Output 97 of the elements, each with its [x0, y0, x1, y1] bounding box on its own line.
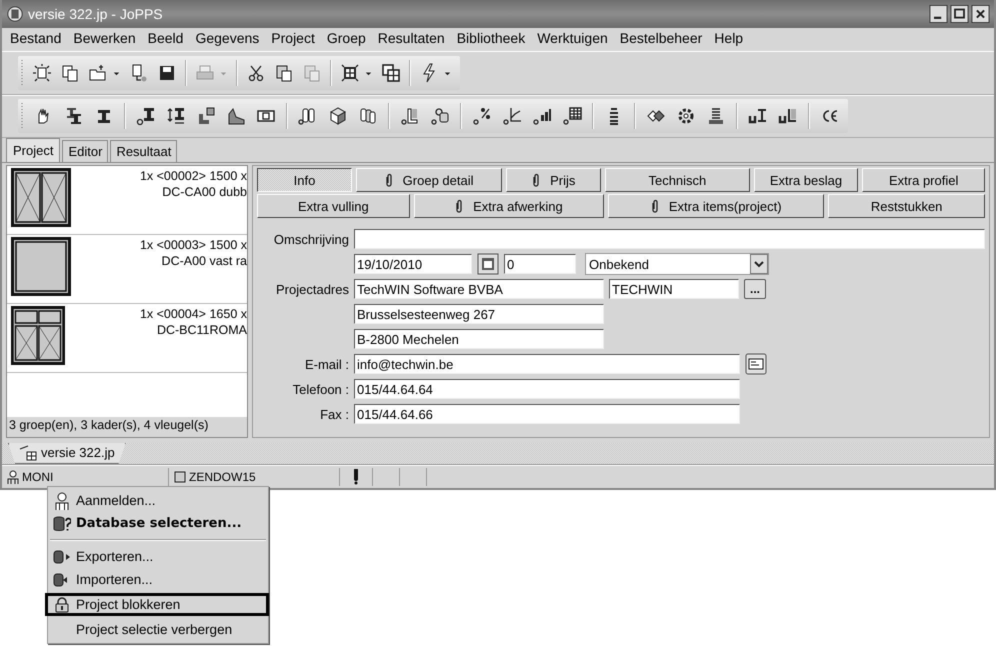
- status-dropdown[interactable]: Onbekend: [585, 253, 769, 276]
- new-document-icon[interactable]: [32, 63, 52, 84]
- corner-icon[interactable]: [400, 106, 420, 126]
- warning-icon: [353, 469, 359, 486]
- tab-button[interactable]: Technisch: [605, 168, 750, 192]
- line-chart-icon[interactable]: [502, 106, 522, 126]
- menu-item[interactable]: Bibliotheek: [450, 30, 532, 46]
- tab[interactable]: Resultaat: [110, 140, 178, 162]
- window-title: versie 322.jp - JoPPS: [28, 6, 164, 22]
- list-item[interactable]: 1x <00003> 1500 x DC-A00 vast ra: [7, 235, 247, 304]
- profile-arrow-icon[interactable]: [166, 106, 186, 126]
- item-text: 1x <00003> 1500 x: [138, 237, 247, 254]
- email-field[interactable]: info@techwin.be: [354, 354, 740, 374]
- corner-icon[interactable]: [196, 106, 216, 126]
- field-label: Projectadres: [276, 282, 349, 297]
- slope-icon[interactable]: [226, 106, 246, 126]
- field-label: Fax :: [320, 406, 349, 422]
- item-text: 1x <00004> 1650 x: [138, 306, 247, 322]
- tab-button[interactable]: Info: [257, 168, 352, 192]
- menu-item[interactable]: Groep: [320, 30, 372, 46]
- field-label: Omschrijving: [274, 232, 349, 247]
- menu-item[interactable]: Help: [708, 30, 750, 46]
- tab[interactable]: Editor: [62, 140, 108, 162]
- user-icon: [6, 470, 20, 484]
- browse-button[interactable]: ...: [744, 279, 766, 300]
- window-frame-drawing: [11, 168, 71, 228]
- windows-icon[interactable]: [381, 63, 401, 84]
- list-item[interactable]: 1x <00004> 1650 x DC-BC11ROMA: [7, 304, 247, 374]
- scissors-icon[interactable]: [246, 63, 266, 84]
- item-text: DC-CA00 dubb: [161, 184, 247, 200]
- project-icon: [19, 444, 39, 461]
- copy-icon[interactable]: [60, 63, 80, 84]
- menu-item[interactable]: Aanmelden...: [48, 489, 268, 512]
- database-export-icon: [53, 550, 71, 564]
- menu-item[interactable]: Importeren...: [48, 568, 268, 591]
- window-frame-drawing: [11, 237, 71, 298]
- profile-icon[interactable]: [136, 106, 156, 126]
- menu-item[interactable]: Project blokkeren: [45, 593, 269, 616]
- menu-item[interactable]: Database selecteren...: [48, 512, 268, 535]
- tab-button[interactable]: Groep detail: [356, 168, 502, 192]
- cube-icon[interactable]: [328, 106, 348, 126]
- menu-item[interactable]: Werktuigen: [531, 30, 614, 46]
- roller-icon[interactable]: [358, 106, 378, 126]
- paste-icon[interactable]: [274, 63, 294, 84]
- tab-button[interactable]: Extra profiel: [862, 168, 985, 192]
- shapes-icon[interactable]: [430, 106, 450, 126]
- tab-button[interactable]: Extra items(project): [608, 194, 824, 218]
- minimize-button[interactable]: [929, 4, 948, 23]
- spring-icon[interactable]: [706, 106, 726, 126]
- list-item[interactable]: 1x <00002> 1500 x DC-CA00 dubb: [7, 166, 247, 236]
- item-text: DC-A00 vast ra: [160, 253, 247, 270]
- maximize-button[interactable]: [950, 4, 969, 23]
- tab-button[interactable]: Prijs: [506, 168, 602, 192]
- bar-chart-icon[interactable]: [532, 106, 552, 126]
- field-label: E-mail :: [304, 356, 349, 372]
- table-icon[interactable]: [562, 106, 582, 126]
- menu-item[interactable]: Beeld: [142, 30, 190, 46]
- field-label: Telefoon :: [292, 382, 349, 397]
- user-icon: [54, 492, 70, 510]
- item-text: 1x <00002> 1500 x: [138, 168, 247, 184]
- date-field[interactable]: 19/10/2010: [354, 254, 472, 274]
- name-field[interactable]: TECHWIN: [609, 279, 739, 300]
- status-text: MONI: [22, 470, 54, 484]
- menu-item[interactable]: Resultaten: [372, 30, 451, 46]
- menu-item[interactable]: Project: [265, 30, 321, 46]
- menu-item[interactable]: Project selectie verbergen: [48, 618, 268, 641]
- menu-item[interactable]: Bestand: [4, 30, 68, 46]
- gear-icon[interactable]: [676, 106, 696, 126]
- phone-field[interactable]: 015/44.64.64: [354, 379, 740, 400]
- tab-button[interactable]: Extra beslag: [754, 168, 858, 192]
- app-icon: [6, 4, 24, 23]
- close-button[interactable]: [971, 4, 990, 23]
- fax-field[interactable]: 015/44.64.66: [354, 404, 740, 424]
- tab-button[interactable]: Extra afwerking: [414, 194, 604, 218]
- status-text: 3 groep(en), 3 kader(s), 4 vleugel(s): [7, 416, 247, 437]
- menu-item[interactable]: Exporteren...: [48, 545, 268, 568]
- address-field[interactable]: Brusselsesteenweg 267: [354, 304, 604, 324]
- tab-button[interactable]: Extra vulling: [257, 194, 410, 218]
- status-text: ZENDOW15: [189, 470, 256, 484]
- percent-icon[interactable]: [472, 106, 492, 126]
- mail-button[interactable]: [745, 353, 767, 376]
- document-tab[interactable]: versie 322.jp: [8, 442, 126, 464]
- menu-item[interactable]: Bestelbeheer: [614, 30, 708, 46]
- item-text: DC-BC11ROMA: [156, 322, 247, 338]
- menu-item[interactable]: Bewerken: [67, 30, 142, 46]
- description-field[interactable]: [354, 229, 985, 250]
- tab-button[interactable]: Reststukken: [828, 194, 985, 218]
- window-frame-drawing: [11, 306, 65, 366]
- tab[interactable]: Project: [6, 138, 60, 164]
- address-field[interactable]: TechWIN Software BVBA: [354, 279, 604, 300]
- lock-icon: [54, 596, 70, 612]
- calendar-button[interactable]: [477, 253, 499, 276]
- number-field[interactable]: 0: [504, 254, 576, 274]
- folder-icon[interactable]: [88, 63, 108, 84]
- profile-stack-icon[interactable]: [64, 106, 84, 126]
- address-field[interactable]: B-2800 Mechelen: [354, 329, 604, 350]
- menu-item[interactable]: Gegevens: [189, 30, 266, 46]
